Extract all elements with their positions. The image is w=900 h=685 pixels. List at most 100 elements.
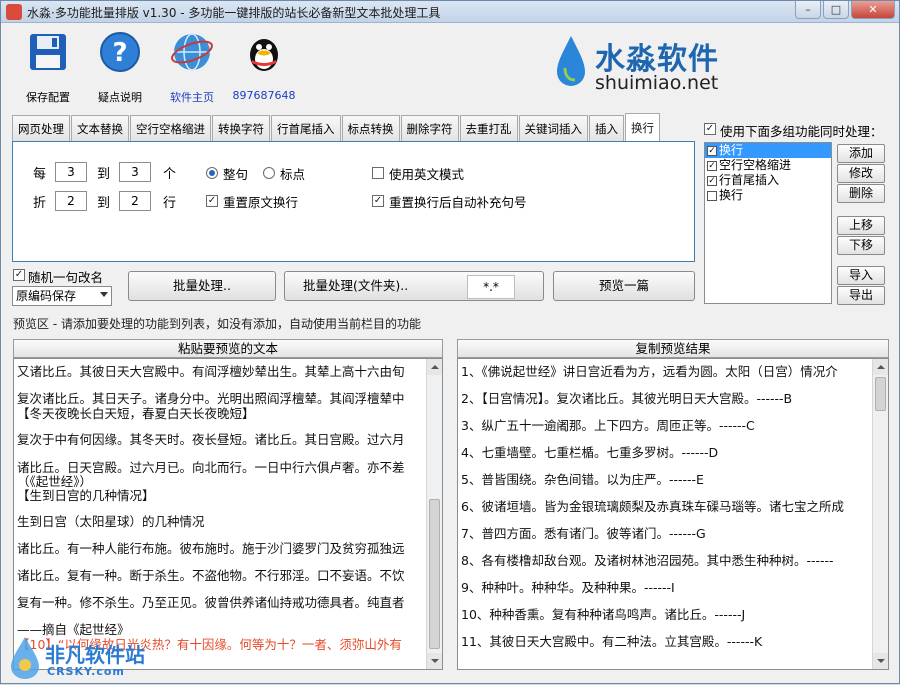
result-text-line: 8、各有楼橹却敌台观。及诸树林池沼园苑。其中悉生种种树。------ [461, 553, 834, 568]
delete-button[interactable]: 删除 [837, 184, 885, 203]
tab-3[interactable]: 转换字符 [212, 115, 270, 141]
english-mode-checkbox[interactable] [372, 167, 384, 179]
source-text-line: 诸比丘。复有一种。断于杀生。不盗他物。不行邪淫。口不妄语。不饮 [17, 568, 405, 583]
homepage-button[interactable]: 软件主页 [157, 30, 227, 105]
radio-sentence[interactable] [206, 167, 218, 179]
result-text-line: 7、普四方面。悉有诸门。彼等诸门。------G [461, 526, 706, 541]
tab-4[interactable]: 行首尾插入 [271, 115, 341, 141]
list-item-label: 行首尾插入 [719, 173, 780, 187]
list-item-label: 换行 [719, 188, 744, 202]
function-tabs: 网页处理 文本替换 空行空格缩进 转换字符 行首尾插入 标点转换 删除字符 去重打乱 关键词插入… [12, 113, 661, 141]
use-multi-checkbox[interactable]: ✓ [704, 123, 716, 135]
scroll-thumb[interactable] [429, 499, 440, 649]
function-list-item[interactable]: ✓ 行首尾插入 [705, 173, 831, 188]
tab-7[interactable]: 去重打乱 [459, 115, 518, 141]
result-text-line: 10、种种香熏。复有种种诸鸟鸣声。诸比丘。------J [461, 607, 746, 622]
source-text-area[interactable]: 【10】“以何缘故日光炎热？有十因缘。何等为十？一者、须弥山外有 ——摘自《起世经… [13, 358, 443, 670]
help-button[interactable]: ? 疑点说明 [85, 30, 155, 105]
qq-button[interactable]: 897687648 [229, 30, 299, 102]
every-min-input[interactable]: 3 [55, 162, 87, 182]
brand-logo: 水淼软件 shuimiao.net [553, 32, 753, 102]
scroll-down-icon[interactable] [873, 653, 888, 669]
left-scrollbar[interactable] [426, 359, 442, 669]
move-down-button[interactable]: 下移 [837, 236, 885, 255]
result-text-area[interactable]: 11、其彼日天大宫殿中。有二种法。立其宫殿。------K 10、种种香熏。复有种… [457, 358, 889, 670]
export-button[interactable]: 导出 [837, 286, 885, 305]
encoding-select-value: 原编码保存 [16, 289, 77, 303]
preview-one-button[interactable]: 预览一篇 [553, 271, 695, 301]
right-scrollbar[interactable] [872, 359, 888, 669]
tab-1[interactable]: 文本替换 [71, 115, 129, 141]
english-mode-label: 使用英文模式 [389, 167, 465, 182]
close-button[interactable]: ✕ [851, 1, 895, 19]
file-extension-input[interactable]: *.* [467, 275, 515, 299]
watermark-cn: 非凡软件站 [45, 643, 145, 667]
random-rename-label: 随机一句改名 [28, 270, 104, 285]
list-item-checkbox[interactable]: ✓ [707, 160, 717, 171]
scroll-up-icon[interactable] [427, 359, 442, 375]
floppy-disk-icon [30, 34, 66, 70]
edit-button[interactable]: 修改 [837, 164, 885, 183]
encoding-select[interactable]: 原编码保存 [12, 286, 112, 306]
scroll-thumb[interactable] [875, 377, 886, 411]
qq-number-label: 897687648 [232, 89, 296, 102]
random-rename-checkbox[interactable]: ✓ [13, 269, 25, 281]
water-drop-icon [557, 36, 585, 86]
globe-icon [171, 33, 213, 71]
reset-newline-checkbox[interactable]: ✓ [206, 195, 218, 207]
minimize-button[interactable]: – [795, 1, 821, 19]
tab-6[interactable]: 删除字符 [400, 115, 459, 141]
scroll-down-icon[interactable] [427, 653, 442, 669]
save-config-button[interactable]: 保存配置 [13, 30, 83, 105]
tab-8[interactable]: 关键词插入 [518, 115, 588, 141]
radio-punct-label: 标点 [280, 167, 306, 182]
function-list[interactable]: ✓ 换行 ✓ 空行空格缩进 ✓ 行首尾插入 换行 [704, 142, 832, 304]
left-pane-header[interactable]: 粘贴要预览的文本 [13, 339, 443, 358]
function-list-item[interactable]: 换行 [705, 188, 831, 203]
unit-label-2: 行 [163, 196, 177, 211]
list-item-checkbox[interactable]: ✓ [707, 175, 717, 186]
fold-label: 折 [33, 196, 47, 211]
every-label: 每 [33, 167, 47, 182]
scroll-up-icon[interactable] [873, 359, 888, 375]
function-list-item[interactable]: ✓ 空行空格缩进 [705, 158, 831, 173]
preview-hint: 预览区 - 请添加要处理的功能到列表，如没有添加，自动使用当前栏目的功能 [13, 317, 421, 331]
tab-10[interactable]: 换行 [625, 113, 660, 141]
result-text-line: 11、其彼日天大宫殿中。有二种法。立其宫殿。------K [461, 634, 763, 649]
help-question-icon: ? [100, 32, 140, 72]
list-item-checkbox[interactable]: ✓ [707, 145, 717, 156]
list-item-checkbox[interactable] [707, 190, 717, 201]
tab-2[interactable]: 空行空格缩进 [130, 115, 211, 141]
fold-min-input[interactable]: 2 [55, 191, 87, 211]
every-max-input[interactable]: 3 [119, 162, 151, 182]
tab-9[interactable]: 插入 [589, 115, 624, 141]
tab-0[interactable]: 网页处理 [12, 115, 70, 141]
import-button[interactable]: 导入 [837, 266, 885, 285]
result-text-line: 9、种种叶。种种华。及种种果。------I [461, 580, 675, 595]
site-watermark: 非凡软件站 CRSKY.com [1, 629, 181, 685]
fold-max-input[interactable]: 2 [119, 191, 151, 211]
watermark-en: CRSKY.com [47, 665, 125, 678]
right-pane-header[interactable]: 复制预览结果 [457, 339, 889, 358]
radio-punct[interactable] [263, 167, 275, 179]
newline-tab-panel: 每 3 到 3 个 折 2 到 2 行 整句 标点 使用英文模式 ✓ 重置原文换… [12, 141, 695, 262]
reset-newline-punct-checkbox[interactable]: ✓ [372, 195, 384, 207]
toolbar: 保存配置 ? 疑点说明 软件主页 897687648 水淼软件 shuimiao… [1, 24, 899, 104]
app-window: 水淼·多功能批量排版 v1.30 - 多功能一键排版的站长必备新型文本批处理工具… [0, 0, 900, 684]
qq-penguin-icon [250, 39, 278, 71]
svg-text:?: ? [112, 38, 127, 68]
move-up-button[interactable]: 上移 [837, 216, 885, 235]
batch-process-button[interactable]: 批量处理.. [128, 271, 276, 301]
maximize-button[interactable]: □ [823, 1, 849, 19]
result-text-line: 1、《佛说起世经》讲日宫近看为方，远看为圆。太阳（日宫）情况介 [461, 364, 838, 379]
chevron-down-icon [100, 292, 108, 297]
app-icon [6, 4, 22, 20]
list-item-label: 空行空格缩进 [719, 158, 792, 172]
title-bar[interactable]: 水淼·多功能批量排版 v1.30 - 多功能一键排版的站长必备新型文本批处理工具… [1, 1, 899, 23]
window-title: 水淼·多功能批量排版 v1.30 - 多功能一键排版的站长必备新型文本批处理工具 [27, 6, 441, 20]
add-button[interactable]: 添加 [837, 144, 885, 163]
function-list-item[interactable]: ✓ 换行 [705, 143, 831, 158]
list-item-label: 换行 [719, 143, 744, 157]
source-text-line: 复有一种。修不杀生。乃至正见。彼曾供养诸仙持戒功德具者。纯直者 [17, 595, 405, 610]
tab-5[interactable]: 标点转换 [341, 115, 400, 141]
